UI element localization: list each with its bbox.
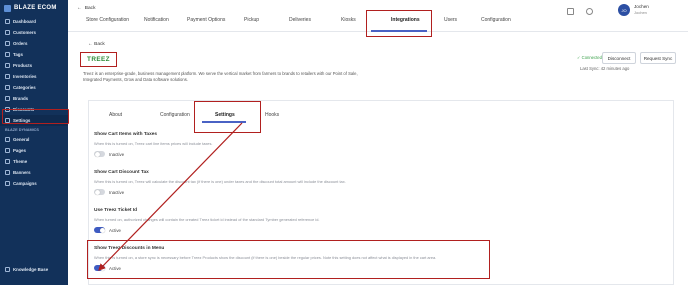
campaign-icon [5,181,10,186]
tab-kiosks[interactable]: Kiosks [341,17,356,23]
sidebar-item-general[interactable]: General [0,134,68,145]
last-sync: Last Sync: 42 minutes ago [580,66,630,71]
sidebar-item-label: Customers [13,30,36,35]
sidebar-item-customers[interactable]: Customers [0,27,68,38]
tab-store-configuration[interactable]: Store Configuration [86,17,129,23]
sidebar-item-dashboard[interactable]: Dashboard [0,16,68,27]
refresh-icon[interactable] [586,8,593,15]
theme-icon [5,159,10,164]
disconnect-button[interactable]: Disconnect [602,52,636,64]
avatar[interactable]: JO [618,4,630,16]
back-link[interactable]: ← Back [77,6,95,11]
sidebar-item-pages[interactable]: Pages [0,145,68,156]
tab-payment-options[interactable]: Payment Options [187,17,225,23]
settings-highlight-box [2,109,69,124]
treez-logo-highlight-box: TREEZ [80,52,117,67]
brand-name: BLAZE ECOM [14,5,57,11]
toggle-state-label: Inactive [109,151,125,157]
arrow-left-icon: ← [88,42,93,47]
categories-icon [5,85,10,90]
sidebar-item-orders[interactable]: Orders [0,38,68,49]
tab-users[interactable]: Users [444,17,457,23]
setting-toggle[interactable] [94,151,105,157]
connection-status: ✓ Connected [577,55,602,60]
sidebar: BLAZE ECOM Dashboard Customers Orders Tags P… [0,0,68,285]
users-icon [5,30,10,35]
toggle-state-label: Inactive [109,189,125,195]
banner-icon [5,170,10,175]
dashboard-icon [5,19,10,24]
setting-option: Show Cart Discount Tax When this is turne… [94,170,614,195]
user-menu[interactable]: Jochen Jochen [634,4,649,16]
integration-back-link[interactable]: ← Back [88,42,105,47]
setting-title: Show Cart Items with Taxes [94,132,158,137]
sidebar-item-label: Categories [13,85,36,90]
sidebar-item-label: Theme [13,159,28,164]
treez-discounts-highlight-box [87,240,490,279]
setting-toggle[interactable] [94,227,105,233]
sidebar-item-label: Inventories [13,74,37,79]
setting-description: When this is turned on, Treez cart line … [94,141,213,146]
integration-description: Treez is an enterprise-grade, business m… [83,71,413,82]
subtab-about[interactable]: About [109,112,122,118]
sidebar-section-label: BLAZE DYNAMICS [5,128,39,132]
sidebar-item-label: Campaigns [13,181,37,186]
knowledge-base-icon [5,267,10,272]
back-label: Back [94,42,105,47]
setting-description: When turned on, authorized changes will … [94,217,320,222]
user-subtitle: Jochen [634,10,647,15]
general-icon [5,137,10,142]
back-label: Back [84,6,96,11]
toggle-state-label: Active [109,227,121,233]
tab-configuration[interactable]: Configuration [481,17,511,23]
tag-icon [5,52,10,57]
settings-subtab-highlight-box [194,101,261,133]
tab-deliveries[interactable]: Deliveries [289,17,311,23]
brand[interactable]: BLAZE ECOM [0,0,68,16]
sidebar-item-label: Tags [13,52,23,57]
sidebar-item-brands[interactable]: Brands [0,93,68,104]
sidebar-item-campaigns[interactable]: Campaigns [0,178,68,189]
sidebar-item-products[interactable]: Products [0,60,68,71]
treez-logo: TREEZ [87,56,110,63]
sidebar-item-categories[interactable]: Categories [0,82,68,93]
setting-option: Show Cart Items with Taxes When this is t… [94,132,614,157]
description-line: Integrated Payments, Grow and Data softw… [83,76,188,82]
tab-notification[interactable]: Notification [144,17,169,23]
sidebar-item-theme[interactable]: Theme [0,156,68,167]
setting-title: Use Treez Ticket Id [94,208,138,213]
sidebar-item-label: Dashboard [13,19,36,24]
sidebar-item-label: Products [13,63,33,68]
inventory-icon [5,74,10,79]
sidebar-item-banners[interactable]: Banners [0,167,68,178]
sidebar-item-inventories[interactable]: Inventories [0,71,68,82]
sidebar-item-label: Knowledge Base [13,267,49,272]
sidebar-item-label: Pages [13,148,26,153]
arrow-left-icon: ← [77,6,82,11]
sidebar-item-label: Banners [13,170,31,175]
setting-title: Show Cart Discount Tax [94,170,149,175]
subtab-configuration[interactable]: Configuration [160,112,190,118]
sidebar-item-knowledge-base[interactable]: Knowledge Base [0,264,68,275]
blaze-logo-icon [4,4,11,12]
cart-icon[interactable] [567,8,574,15]
top-nav: ← Back Store Configuration Notification Pa… [68,0,688,37]
sidebar-item-label: Brands [13,96,29,101]
orders-icon [5,41,10,46]
pages-icon [5,148,10,153]
sidebar-item-tags[interactable]: Tags [0,49,68,60]
sidebar-item-label: General [13,137,30,142]
setting-option: Use Treez Ticket Id When turned on, autho… [94,208,614,233]
brands-icon [5,96,10,101]
sidebar-item-label: Orders [13,41,28,46]
tab-pickup[interactable]: Pickup [244,17,259,23]
setting-description: When this is turned on, Treez will calcu… [94,179,346,184]
products-icon [5,63,10,68]
setting-toggle[interactable] [94,189,105,195]
integrations-highlight-box [366,10,432,37]
request-sync-button[interactable]: Request Sync [640,52,676,64]
subtab-hooks[interactable]: Hooks [265,112,279,118]
